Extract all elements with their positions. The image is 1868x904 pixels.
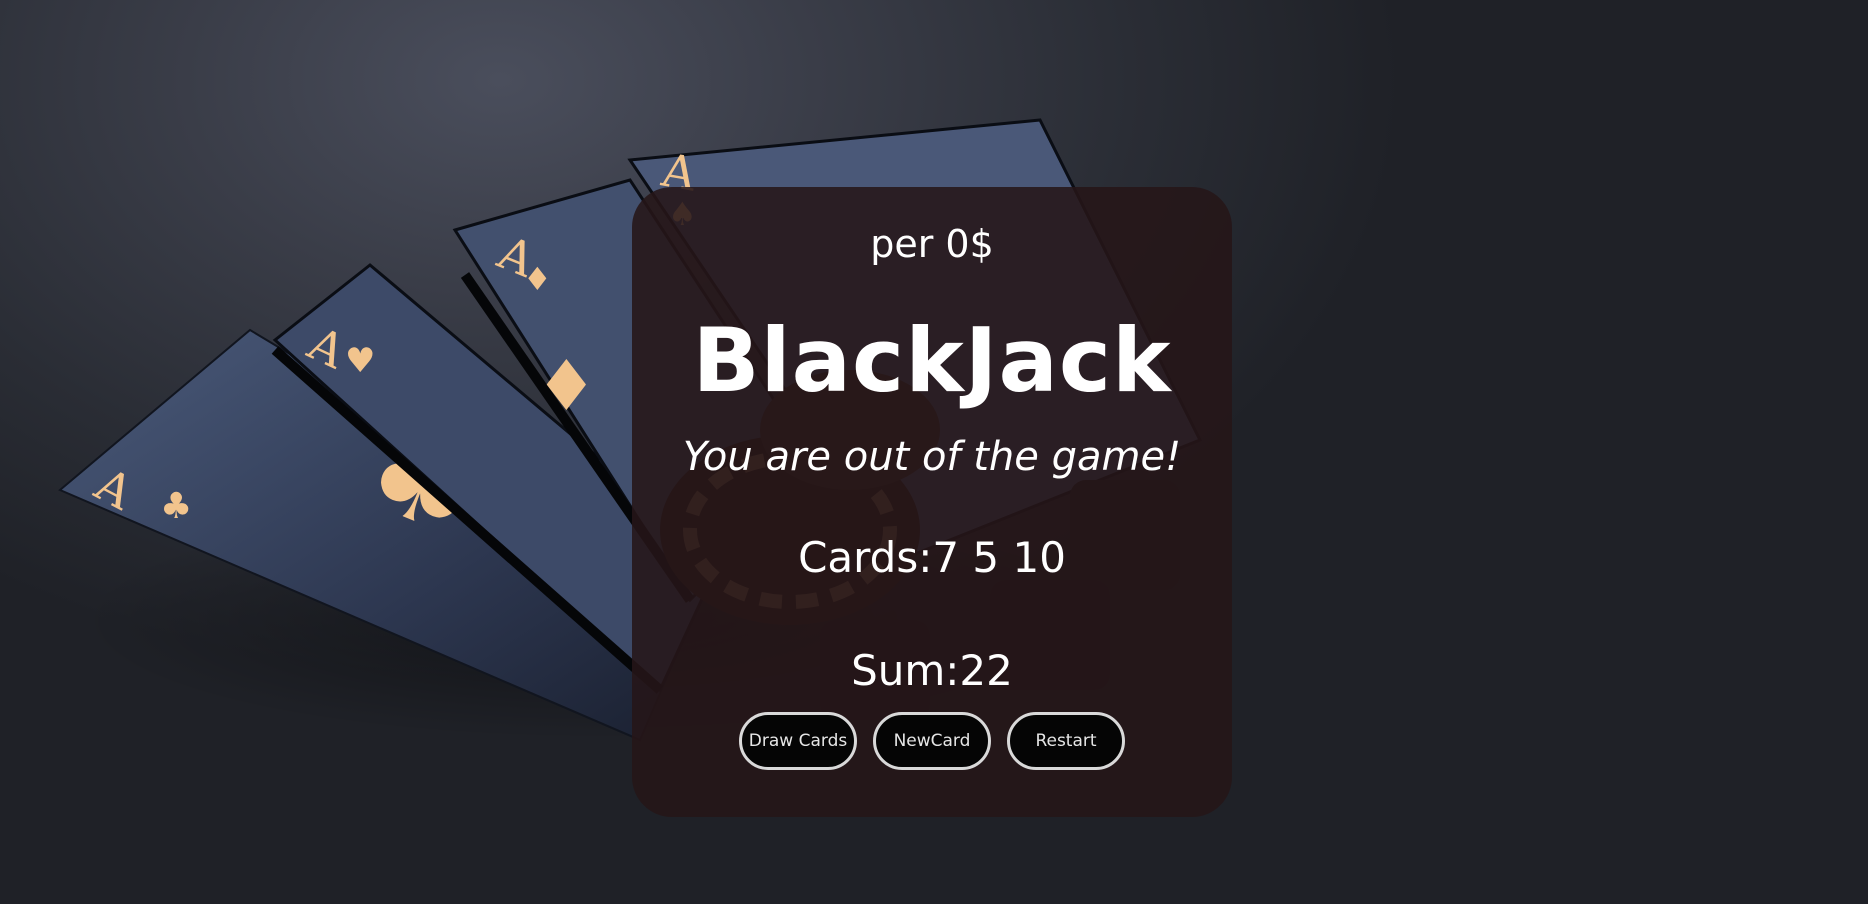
player-wallet: per 0$: [870, 222, 994, 266]
svg-text:♣: ♣: [160, 486, 192, 527]
game-panel: per 0$ BlackJack You are out of the game…: [632, 187, 1232, 817]
svg-text:♥: ♥: [345, 341, 375, 381]
svg-text:♦: ♦: [535, 345, 598, 427]
button-row: Draw Cards NewCard Restart: [632, 712, 1232, 770]
game-title: BlackJack: [692, 309, 1172, 412]
sum-display: Sum:22: [851, 646, 1013, 695]
draw-cards-button[interactable]: Draw Cards: [739, 712, 857, 770]
svg-text:♦: ♦: [523, 260, 552, 298]
restart-button[interactable]: Restart: [1007, 712, 1125, 770]
game-scene: A ♣ ♣ A ♥ A ♦ ♦ A ♠: [0, 0, 1868, 904]
new-card-button[interactable]: NewCard: [873, 712, 991, 770]
cards-display: Cards:7 5 10: [798, 533, 1066, 582]
game-message: You are out of the game!: [682, 434, 1182, 480]
